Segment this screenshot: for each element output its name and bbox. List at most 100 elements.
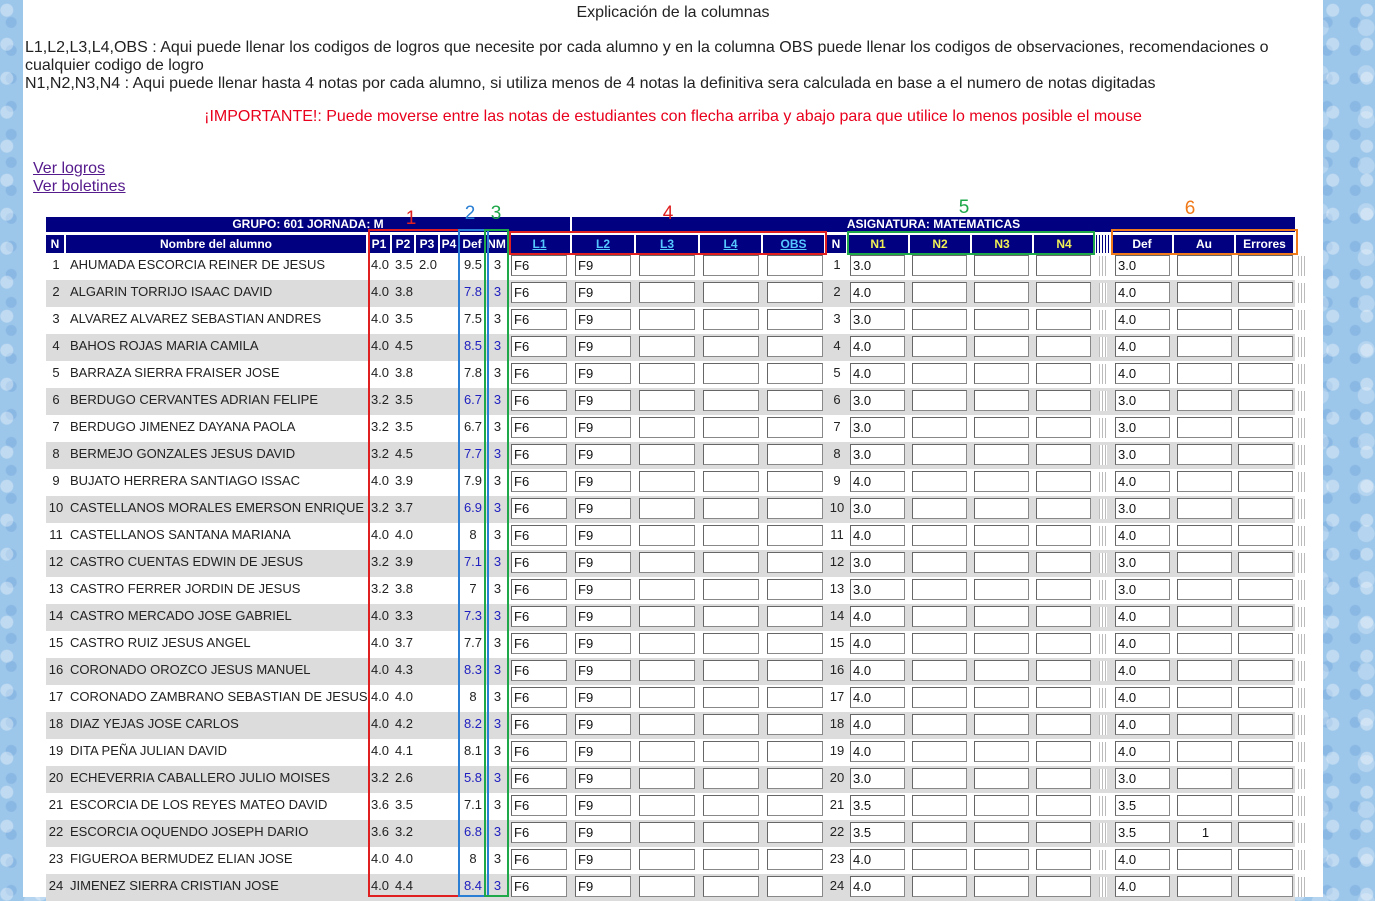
logro-l1-input[interactable]: F6 [511, 525, 567, 546]
obs-input[interactable] [767, 795, 823, 816]
logro-l2-input[interactable]: F9 [575, 417, 631, 438]
logro-l1-input[interactable]: F6 [511, 552, 567, 573]
nota-n3-input[interactable] [974, 849, 1029, 870]
logro-l4-input[interactable] [703, 795, 759, 816]
nota-n4-input[interactable] [1036, 849, 1091, 870]
logro-l4-input[interactable] [703, 714, 759, 735]
logro-l1-input[interactable]: F6 [511, 660, 567, 681]
logro-l3-input[interactable] [639, 444, 695, 465]
obs-input[interactable] [767, 714, 823, 735]
nota-n4-input[interactable] [1036, 390, 1091, 411]
header-obs-link[interactable]: OBS [763, 235, 826, 253]
logro-l4-input[interactable] [703, 660, 759, 681]
obs-input[interactable] [767, 768, 823, 789]
logro-l2-input[interactable]: F9 [575, 714, 631, 735]
def-final-input[interactable]: 4.0 [1115, 309, 1170, 330]
nota-n4-input[interactable] [1036, 687, 1091, 708]
logro-l2-input[interactable]: F9 [575, 606, 631, 627]
def-final-input[interactable]: 3.0 [1115, 768, 1170, 789]
logro-l1-input[interactable]: F6 [511, 390, 567, 411]
nota-n4-input[interactable] [1036, 336, 1091, 357]
nota-n2-input[interactable] [912, 336, 967, 357]
nota-n2-input[interactable] [912, 552, 967, 573]
logro-l4-input[interactable] [703, 741, 759, 762]
nota-n2-input[interactable] [912, 363, 967, 384]
errores-input[interactable] [1238, 390, 1293, 411]
nota-n2-input[interactable] [912, 255, 967, 276]
nota-n3-input[interactable] [974, 687, 1029, 708]
logro-l4-input[interactable] [703, 822, 759, 843]
nota-n1-input[interactable]: 3.0 [850, 579, 905, 600]
au-input[interactable] [1177, 336, 1232, 357]
obs-input[interactable] [767, 336, 823, 357]
logro-l4-input[interactable] [703, 687, 759, 708]
nota-n4-input[interactable] [1036, 444, 1091, 465]
au-input[interactable] [1177, 255, 1232, 276]
logro-l1-input[interactable]: F6 [511, 336, 567, 357]
errores-input[interactable] [1238, 336, 1293, 357]
au-input[interactable] [1177, 768, 1232, 789]
nota-n1-input[interactable]: 3.5 [850, 795, 905, 816]
logro-l1-input[interactable]: F6 [511, 309, 567, 330]
nota-n4-input[interactable] [1036, 282, 1091, 303]
errores-input[interactable] [1238, 795, 1293, 816]
nota-n1-input[interactable]: 4.0 [850, 525, 905, 546]
nota-n4-input[interactable] [1036, 822, 1091, 843]
nota-n3-input[interactable] [974, 336, 1029, 357]
errores-input[interactable] [1238, 552, 1293, 573]
errores-input[interactable] [1238, 876, 1293, 897]
nota-n1-input[interactable]: 4.0 [850, 714, 905, 735]
logro-l2-input[interactable]: F9 [575, 822, 631, 843]
nota-n3-input[interactable] [974, 417, 1029, 438]
logro-l4-input[interactable] [703, 282, 759, 303]
logro-l1-input[interactable]: F6 [511, 471, 567, 492]
nota-n2-input[interactable] [912, 795, 967, 816]
logro-l2-input[interactable]: F9 [575, 876, 631, 897]
logro-l3-input[interactable] [639, 606, 695, 627]
nota-n2-input[interactable] [912, 417, 967, 438]
ver-logros-link[interactable]: Ver logros [33, 160, 105, 178]
errores-input[interactable] [1238, 525, 1293, 546]
def-final-input[interactable]: 4.0 [1115, 876, 1170, 897]
logro-l4-input[interactable] [703, 606, 759, 627]
logro-l4-input[interactable] [703, 471, 759, 492]
logro-l4-input[interactable] [703, 309, 759, 330]
obs-input[interactable] [767, 363, 823, 384]
au-input[interactable] [1177, 795, 1232, 816]
logro-l4-input[interactable] [703, 579, 759, 600]
header-l3-link[interactable]: L3 [636, 235, 700, 253]
errores-input[interactable] [1238, 255, 1293, 276]
nota-n2-input[interactable] [912, 876, 967, 897]
nota-n2-input[interactable] [912, 579, 967, 600]
logro-l4-input[interactable] [703, 768, 759, 789]
errores-input[interactable] [1238, 660, 1293, 681]
au-input[interactable] [1177, 876, 1232, 897]
nota-n3-input[interactable] [974, 471, 1029, 492]
errores-input[interactable] [1238, 633, 1293, 654]
logro-l3-input[interactable] [639, 714, 695, 735]
errores-input[interactable] [1238, 471, 1293, 492]
nota-n2-input[interactable] [912, 714, 967, 735]
nota-n4-input[interactable] [1036, 633, 1091, 654]
nota-n2-input[interactable] [912, 606, 967, 627]
logro-l3-input[interactable] [639, 876, 695, 897]
nota-n1-input[interactable]: 3.0 [850, 309, 905, 330]
nota-n2-input[interactable] [912, 444, 967, 465]
nota-n4-input[interactable] [1036, 363, 1091, 384]
nota-n3-input[interactable] [974, 525, 1029, 546]
errores-input[interactable] [1238, 309, 1293, 330]
nota-n1-input[interactable]: 3.5 [850, 822, 905, 843]
def-final-input[interactable]: 4.0 [1115, 660, 1170, 681]
logro-l3-input[interactable] [639, 471, 695, 492]
def-final-input[interactable]: 4.0 [1115, 687, 1170, 708]
nota-n3-input[interactable] [974, 579, 1029, 600]
nota-n4-input[interactable] [1036, 714, 1091, 735]
nota-n1-input[interactable]: 3.0 [850, 390, 905, 411]
nota-n3-input[interactable] [974, 282, 1029, 303]
logro-l1-input[interactable]: F6 [511, 579, 567, 600]
errores-input[interactable] [1238, 579, 1293, 600]
logro-l1-input[interactable]: F6 [511, 768, 567, 789]
nota-n1-input[interactable]: 4.0 [850, 282, 905, 303]
nota-n1-input[interactable]: 3.0 [850, 417, 905, 438]
logro-l1-input[interactable]: F6 [511, 444, 567, 465]
